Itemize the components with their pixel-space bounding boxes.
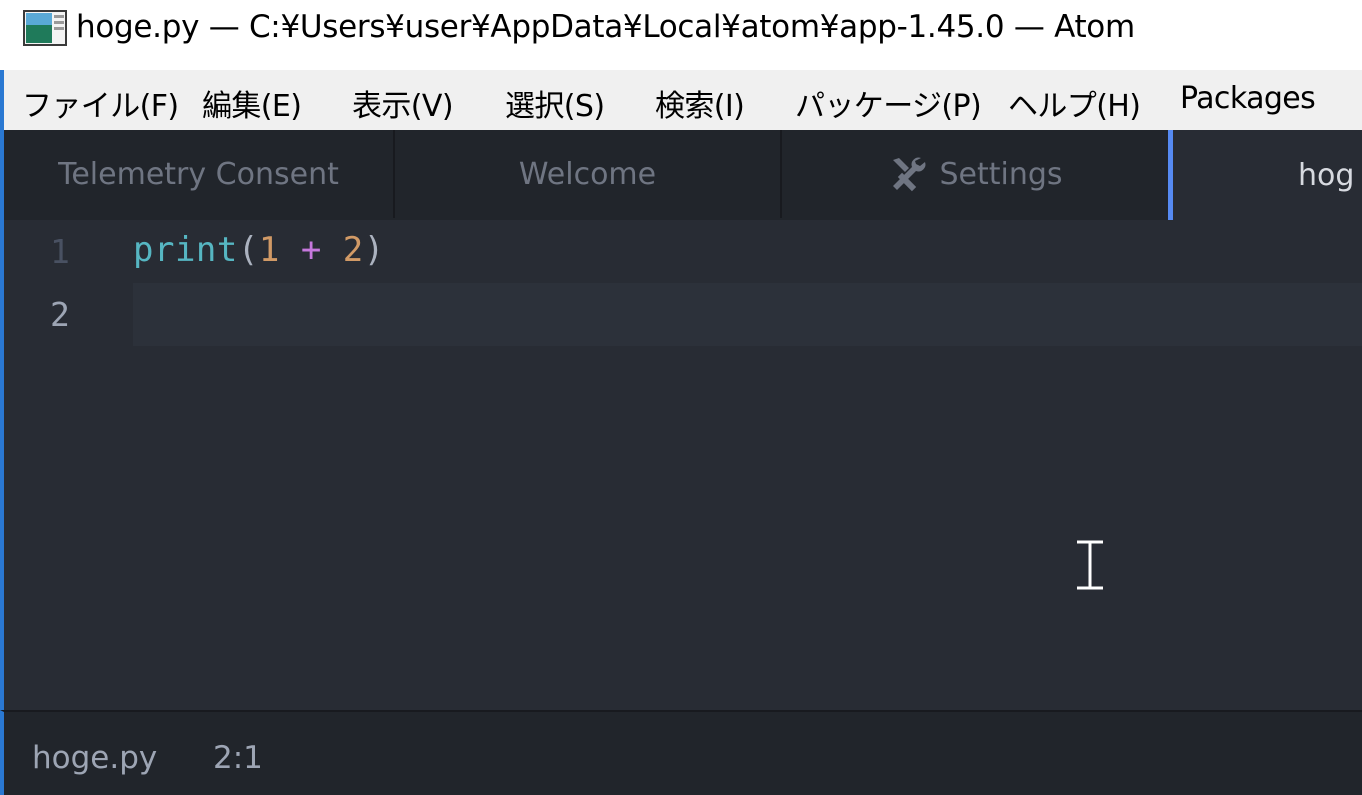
tab-label: Telemetry Consent <box>58 156 339 192</box>
current-line-highlight <box>133 283 1362 346</box>
menu-help[interactable]: ヘルプ(H) <box>1008 81 1141 125</box>
code-line-1[interactable]: print(1 + 2) <box>133 230 385 270</box>
text-cursor-ibeam-icon <box>1077 540 1103 590</box>
token-number: 2 <box>342 230 364 270</box>
token-operator: + <box>300 230 322 270</box>
tab-settings[interactable]: Settings <box>782 130 1170 218</box>
tab-welcome[interactable]: Welcome <box>395 130 782 218</box>
app-window-icon <box>23 10 67 46</box>
tab-hoge-py[interactable]: hog <box>1168 130 1362 220</box>
tab-telemetry-consent[interactable]: Telemetry Consent <box>4 130 395 218</box>
tab-label: Welcome <box>518 156 657 192</box>
tab-label: hog <box>1298 157 1355 193</box>
tools-icon <box>893 157 926 192</box>
line-number-current[interactable]: 2 <box>50 295 90 334</box>
tab-bar: Telemetry Consent Welcome Settings hog <box>0 130 1362 220</box>
line-number[interactable]: 1 <box>50 232 90 271</box>
atom-window: hoge.py — C:¥Users¥user¥AppData¥Local¥at… <box>0 0 1362 795</box>
active-tab-indicator <box>1168 130 1173 220</box>
status-bar: hoge.py 2:1 <box>0 710 1362 795</box>
window-title: hoge.py — C:¥Users¥user¥AppData¥Local¥at… <box>76 9 1135 45</box>
menu-bar: ファイル(F) 編集(E) 表示(V) 選択(S) 検索(I) パッケージ(P)… <box>0 70 1362 130</box>
token-paren: ( <box>237 230 259 270</box>
token-paren: ) <box>363 230 385 270</box>
token-function: print <box>133 230 238 270</box>
editor-pane[interactable]: 1 2 print(1 + 2) <box>0 220 1362 710</box>
token-number: 1 <box>258 230 280 270</box>
status-cursor-position[interactable]: 2:1 <box>213 740 263 776</box>
title-bar[interactable]: hoge.py — C:¥Users¥user¥AppData¥Local¥at… <box>0 0 1362 70</box>
menu-find[interactable]: 検索(I) <box>655 81 745 125</box>
menu-edit[interactable]: 編集(E) <box>202 81 302 125</box>
status-filename[interactable]: hoge.py <box>32 740 157 776</box>
tab-label: Settings <box>939 156 1063 192</box>
menu-file[interactable]: ファイル(F) <box>22 81 179 125</box>
menu-view[interactable]: 表示(V) <box>352 81 454 125</box>
menu-packages[interactable]: Packages <box>1180 81 1316 116</box>
menu-packages-jp[interactable]: パッケージ(P) <box>795 81 982 125</box>
menu-selection[interactable]: 選択(S) <box>505 81 605 125</box>
